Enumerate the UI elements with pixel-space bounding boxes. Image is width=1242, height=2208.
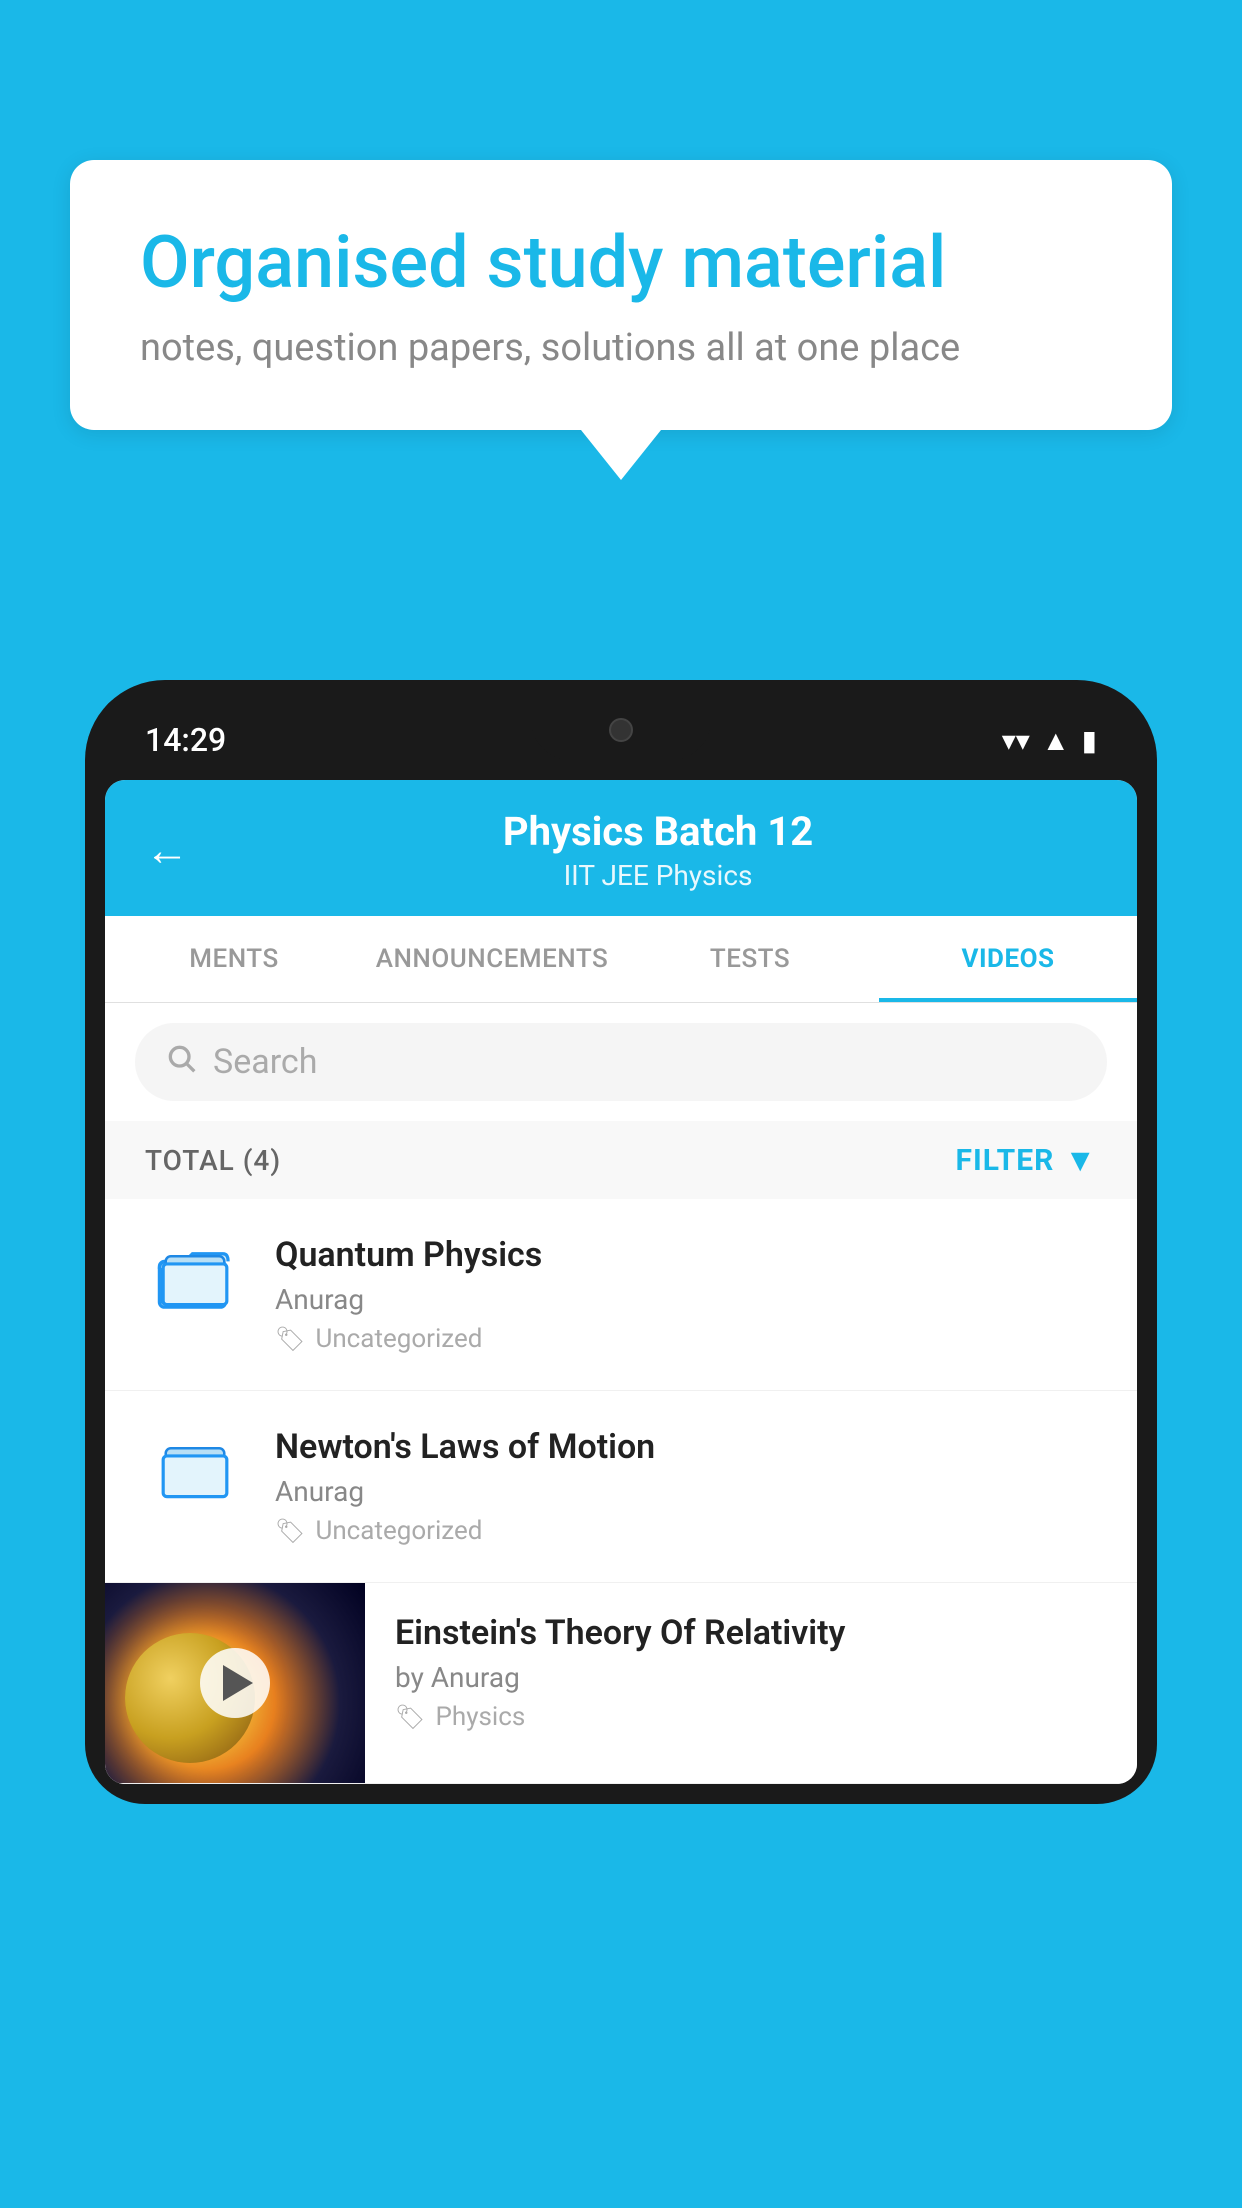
phone-device: 14:29 ▾▾ ▲ ▮ ← Physics Batch 12 IIT JEE … [85,680,1157,2208]
search-placeholder: Search [213,1042,317,1082]
tab-tests[interactable]: TESTS [621,916,879,1002]
filter-button[interactable]: FILTER ▼ [956,1141,1098,1179]
tabs-bar: MENTS ANNOUNCEMENTS TESTS VIDEOS [105,916,1137,1003]
tag-icon-1: 🏷 [275,1325,305,1353]
filter-label: FILTER [956,1143,1055,1178]
tab-ments[interactable]: MENTS [105,916,363,1002]
batch-subtitle: IIT JEE Physics [219,859,1097,892]
status-icons: ▾▾ ▲ ▮ [1002,724,1097,757]
filter-icon: ▼ [1064,1141,1097,1179]
wifi-icon: ▾▾ [1002,724,1030,757]
speech-bubble-title: Organised study material [140,220,1102,306]
video-item-3[interactable]: Einstein's Theory Of Relativity by Anura… [105,1583,1137,1784]
video-tag-2: 🏷 Uncategorized [275,1516,1097,1546]
total-count: TOTAL (4) [145,1144,281,1177]
video-tag-label-2: Uncategorized [315,1516,482,1546]
video-author-1: Anurag [275,1283,1097,1316]
folder-icon-2 [145,1427,245,1503]
battery-icon: ▮ [1082,724,1097,757]
folder-icon-1 [145,1235,245,1311]
search-icon [165,1041,197,1083]
video-thumbnail-3 [105,1583,365,1783]
video-list: Quantum Physics Anurag 🏷 Uncategorized [105,1199,1137,1784]
phone-camera [609,718,633,742]
tag-icon-2: 🏷 [275,1517,305,1545]
search-container: Search [105,1003,1137,1121]
phone-notch [531,700,711,760]
video-title-2: Newton's Laws of Motion [275,1427,1097,1467]
play-triangle-icon [223,1665,253,1701]
signal-icon: ▲ [1042,724,1070,757]
video-title-3: Einstein's Theory Of Relativity [395,1613,1107,1653]
back-button[interactable]: ← [145,824,189,876]
play-button-3[interactable] [200,1648,270,1718]
search-bar[interactable]: Search [135,1023,1107,1101]
phone-time: 14:29 [145,721,226,759]
app-header: ← Physics Batch 12 IIT JEE Physics [105,780,1137,916]
tab-videos[interactable]: VIDEOS [879,916,1137,1002]
video-tag-1: 🏷 Uncategorized [275,1324,1097,1354]
video-tag-label-1: Uncategorized [315,1324,482,1354]
video-tag-3: 🏷 Physics [395,1702,1107,1732]
filter-row: TOTAL (4) FILTER ▼ [105,1121,1137,1199]
status-bar: 14:29 ▾▾ ▲ ▮ [105,700,1137,780]
tag-icon-3: 🏷 [395,1703,425,1731]
speech-bubble-arrow [581,430,661,480]
batch-title: Physics Batch 12 [219,808,1097,855]
header-title-group: Physics Batch 12 IIT JEE Physics [219,808,1097,892]
tab-announcements[interactable]: ANNOUNCEMENTS [363,916,621,1002]
video-item-2[interactable]: Newton's Laws of Motion Anurag 🏷 Uncateg… [105,1391,1137,1583]
speech-bubble-subtitle: notes, question papers, solutions all at… [140,326,1102,370]
speech-bubble-card: Organised study material notes, question… [70,160,1172,430]
video-author-2: Anurag [275,1475,1097,1508]
phone-outer-frame: 14:29 ▾▾ ▲ ▮ ← Physics Batch 12 IIT JEE … [85,680,1157,1804]
video-tag-label-3: Physics [435,1702,525,1732]
video-title-1: Quantum Physics [275,1235,1097,1275]
video-info-2: Newton's Laws of Motion Anurag 🏷 Uncateg… [275,1427,1097,1546]
video-item-1[interactable]: Quantum Physics Anurag 🏷 Uncategorized [105,1199,1137,1391]
video-author-3: by Anurag [395,1661,1107,1694]
video-info-3: Einstein's Theory Of Relativity by Anura… [365,1583,1137,1762]
phone-screen: ← Physics Batch 12 IIT JEE Physics MENTS… [105,780,1137,1784]
video-info-1: Quantum Physics Anurag 🏷 Uncategorized [275,1235,1097,1354]
speech-bubble-section: Organised study material notes, question… [70,160,1172,480]
